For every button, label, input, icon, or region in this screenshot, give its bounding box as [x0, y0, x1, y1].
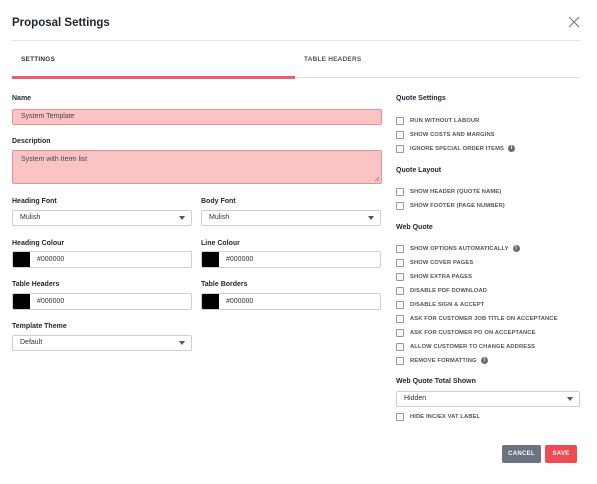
heading-colour-picker[interactable]: #000000	[12, 251, 192, 268]
heading-font-value: Mulish	[20, 214, 41, 221]
resize-handle-icon[interactable]	[374, 176, 380, 182]
chevron-down-icon	[179, 341, 185, 345]
checkbox[interactable]	[396, 201, 404, 210]
info-icon[interactable]: i	[512, 245, 520, 252]
body-font-select[interactable]: Mulish	[201, 210, 381, 226]
checkbox-label: ALLOW CUSTOMER TO CHANGE ADDRESS	[410, 343, 536, 350]
name-field[interactable]: System Template	[12, 109, 382, 125]
checkbox-label: SHOW EXTRA PAGES	[410, 273, 473, 280]
template-theme-label: Template Theme	[12, 323, 67, 330]
description-label: Description	[12, 138, 51, 145]
checkbox[interactable]	[396, 130, 404, 139]
checkbox-show-footer[interactable]: SHOW FOOTER (PAGE NUMBER)	[396, 201, 505, 210]
table-borders-picker[interactable]: #000000	[201, 293, 381, 310]
cancel-button[interactable]: CANCEL	[502, 445, 541, 463]
description-field[interactable]: System with Iterm list	[12, 150, 382, 184]
checkbox-ask-job-title[interactable]: ASK FOR CUSTOMER JOB TITLE ON ACCEPTANCE	[396, 314, 558, 323]
close-icon[interactable]	[568, 16, 580, 28]
modal-title: Proposal Settings	[12, 17, 110, 29]
checkbox-show-cover-pages[interactable]: SHOW COVER PAGES	[396, 258, 473, 267]
heading-colour-swatch[interactable]	[13, 252, 30, 267]
name-label: Name	[12, 95, 32, 102]
checkbox[interactable]	[396, 272, 404, 281]
checkbox-label: ASK FOR CUSTOMER JOB TITLE ON ACCEPTANCE	[410, 315, 558, 322]
active-tab-indicator	[12, 76, 295, 79]
checkbox[interactable]	[396, 258, 404, 267]
checkbox[interactable]	[396, 286, 404, 295]
body-font-label: Body Font	[201, 198, 236, 205]
checkbox[interactable]	[396, 314, 404, 323]
heading-font-select[interactable]: Mulish	[12, 210, 192, 226]
template-theme-select[interactable]: Default	[12, 335, 192, 351]
checkbox-label: SHOW OPTIONS AUTOMATICALLY	[410, 245, 509, 252]
checkbox[interactable]	[396, 144, 404, 153]
checkbox-show-header[interactable]: SHOW HEADER (QUOTE NAME)	[396, 187, 501, 196]
checkbox[interactable]	[396, 187, 404, 196]
heading-colour-value: #000000	[37, 256, 65, 263]
table-headers-swatch[interactable]	[13, 294, 30, 309]
checkbox-label: SHOW FOOTER (PAGE NUMBER)	[410, 202, 505, 209]
checkbox-label: REMOVE FORMATTING	[410, 357, 477, 364]
table-borders-swatch[interactable]	[202, 294, 219, 309]
checkbox-label: DISABLE SIGN & ACCEPT	[410, 301, 485, 308]
table-headers-picker[interactable]: #000000	[12, 293, 192, 310]
chevron-down-icon	[179, 216, 185, 220]
checkbox-label: IGNORE SPECIAL ORDER ITEMS	[410, 145, 504, 152]
header-divider	[12, 40, 580, 41]
table-headers-value: #000000	[37, 298, 65, 305]
checkbox-ignore-special-order[interactable]: IGNORE SPECIAL ORDER ITEMS i	[396, 144, 515, 153]
web-quote-total-select[interactable]: Hidden	[396, 391, 580, 407]
checkbox-label: SHOW COSTS AND MARGINS	[410, 131, 495, 138]
checkbox-remove-formatting[interactable]: REMOVE FORMATTING i	[396, 356, 488, 365]
info-icon[interactable]: i	[480, 357, 488, 364]
info-icon[interactable]: i	[507, 145, 515, 152]
web-quote-total-heading: Web Quote Total Shown	[396, 378, 476, 385]
checkbox[interactable]	[396, 300, 404, 309]
web-quote-heading: Web Quote	[396, 224, 433, 231]
chevron-down-icon	[567, 397, 573, 401]
tab-settings[interactable]: SETTINGS	[21, 56, 55, 63]
checkbox[interactable]	[396, 244, 404, 253]
checkbox-label: RUN WITHOUT LABOUR	[410, 117, 480, 124]
checkbox-label: SHOW HEADER (QUOTE NAME)	[410, 188, 502, 195]
checkbox-disable-pdf-download[interactable]: DISABLE PDF DOWNLOAD	[396, 286, 487, 295]
line-colour-swatch[interactable]	[202, 252, 219, 267]
table-borders-value: #000000	[226, 298, 254, 305]
checkbox-label: SHOW COVER PAGES	[410, 259, 474, 266]
checkbox-label: DISABLE PDF DOWNLOAD	[410, 287, 488, 294]
tab-table-headers[interactable]: TABLE HEADERS	[304, 56, 361, 63]
checkbox-label: ASK FOR CUSTOMER PO ON ACCEPTANCE	[410, 329, 536, 336]
checkbox-show-costs-margins[interactable]: SHOW COSTS AND MARGINS	[396, 130, 495, 139]
checkbox-label: HIDE INC/EX VAT LABEL	[410, 413, 481, 420]
checkbox-ask-customer-po[interactable]: ASK FOR CUSTOMER PO ON ACCEPTANCE	[396, 328, 536, 337]
quote-settings-heading: Quote Settings	[396, 95, 446, 102]
checkbox[interactable]	[396, 342, 404, 351]
table-headers-label: Table Headers	[12, 281, 60, 288]
quote-layout-heading: Quote Layout	[396, 167, 442, 174]
body-font-value: Mulish	[209, 214, 230, 221]
line-colour-label: Line Colour	[201, 240, 240, 247]
checkbox-show-options-auto[interactable]: SHOW OPTIONS AUTOMATICALLY i	[396, 244, 520, 253]
template-theme-value: Default	[20, 339, 43, 346]
checkbox-run-without-labour[interactable]: RUN WITHOUT LABOUR	[396, 116, 479, 125]
line-colour-value: #000000	[226, 256, 254, 263]
heading-colour-label: Heading Colour	[12, 240, 65, 247]
heading-font-label: Heading Font	[12, 198, 57, 205]
checkbox[interactable]	[396, 412, 404, 421]
checkbox[interactable]	[396, 356, 404, 365]
checkbox-allow-change-address[interactable]: ALLOW CUSTOMER TO CHANGE ADDRESS	[396, 342, 535, 351]
save-button[interactable]: SAVE	[545, 445, 577, 463]
web-quote-total-value: Hidden	[404, 395, 427, 402]
proposal-settings-modal: Proposal Settings SETTINGS TABLE HEADERS…	[0, 0, 597, 484]
checkbox-show-extra-pages[interactable]: SHOW EXTRA PAGES	[396, 272, 472, 281]
table-borders-label: Table Borders	[201, 281, 248, 288]
line-colour-picker[interactable]: #000000	[201, 251, 381, 268]
checkbox-disable-sign-accept[interactable]: DISABLE SIGN & ACCEPT	[396, 300, 484, 309]
checkbox-hide-vat-label[interactable]: HIDE INC/EX VAT LABEL	[396, 412, 480, 421]
description-text: System with Iterm list	[21, 156, 88, 163]
checkbox[interactable]	[396, 328, 404, 337]
tab-divider	[295, 77, 580, 78]
chevron-down-icon	[368, 216, 374, 220]
checkbox[interactable]	[396, 116, 404, 125]
